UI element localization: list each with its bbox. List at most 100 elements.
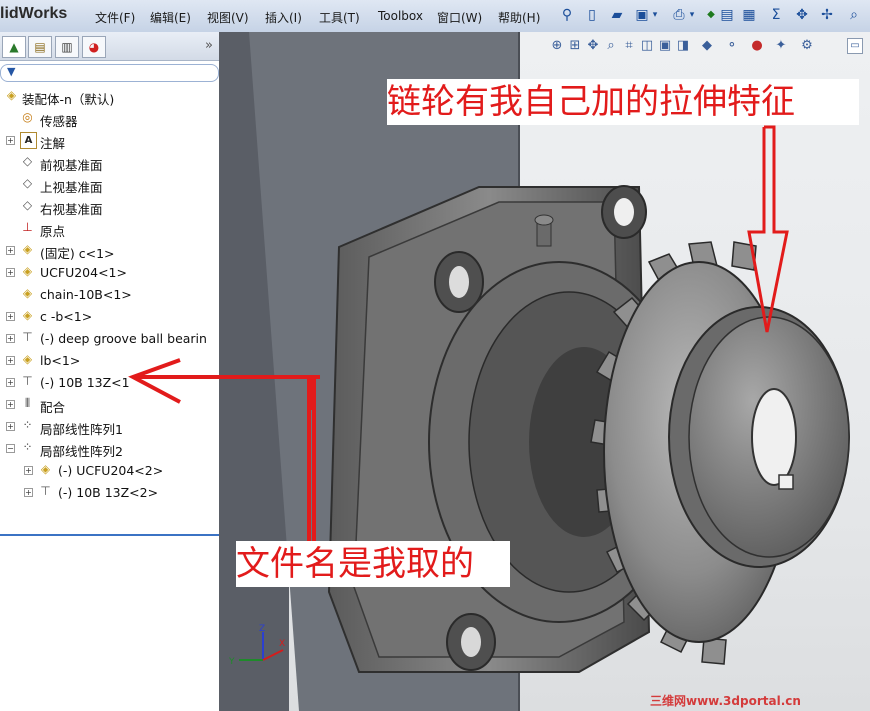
filter-icon: ▼: [7, 65, 16, 78]
pin-icon[interactable]: ⚲: [558, 6, 576, 24]
tree-item-label: 注解: [40, 136, 66, 151]
menu-window[interactable]: 窗口(W): [437, 9, 482, 26]
tree-item-label: 上视基准面: [40, 180, 103, 195]
tab-display-manager[interactable]: ◕: [82, 36, 106, 58]
configuration-icon: ▥: [61, 40, 73, 54]
tree-item-label: c -b<1>: [40, 309, 93, 324]
tree-item-label: 配合: [40, 400, 66, 415]
tab-feature-tree[interactable]: ▲: [2, 36, 26, 58]
menu-toolbox[interactable]: Toolbox: [378, 9, 423, 23]
tree-item-annotations[interactable]: + A 注解: [0, 129, 219, 151]
menu-help[interactable]: 帮助(H): [498, 9, 540, 26]
expand-icon[interactable]: +: [6, 246, 15, 255]
move-component-icon[interactable]: ✥: [793, 6, 811, 24]
expand-icon[interactable]: +: [6, 378, 15, 387]
open-folder-icon[interactable]: ▰: [608, 6, 626, 24]
panel-tabs: ▲ ▤ ▥ ◕ »: [0, 32, 219, 61]
sensor-icon: ◎: [22, 110, 33, 124]
tree-item-component[interactable]: + ◈ UCFU204<1>: [0, 261, 219, 283]
part-icon: ◈: [40, 462, 51, 476]
expand-icon[interactable]: +: [6, 334, 15, 343]
arrow-down: [747, 125, 789, 333]
properties-icon[interactable]: ▦: [740, 6, 758, 24]
annotation-filename-note: 文件名是我取的: [236, 541, 510, 587]
tree-item-component[interactable]: ◈ chain-10B<1>: [0, 283, 219, 305]
annotation-arrow-head: [128, 358, 320, 410]
collapse-icon[interactable]: −: [6, 444, 15, 453]
menu-view[interactable]: 视图(V): [207, 9, 249, 26]
panel-expand-icon[interactable]: »: [205, 38, 213, 53]
part-icon: ◈: [22, 242, 33, 256]
part-icon: ◈: [22, 352, 33, 366]
search-icon[interactable]: ⌕: [845, 6, 863, 24]
expand-icon[interactable]: +: [24, 488, 33, 497]
tree-item-label: 右视基准面: [40, 202, 103, 217]
tree-item-sensors[interactable]: ◎ 传感器: [0, 107, 219, 129]
property-manager-icon: ▤: [34, 40, 46, 54]
chevron-down-icon[interactable]: ▾: [687, 6, 697, 24]
plane-icon: ◇: [22, 176, 33, 190]
tree-item-pattern[interactable]: + ⁘ 局部线性阵列1: [0, 415, 219, 437]
expand-icon[interactable]: +: [6, 268, 15, 277]
triad-z: Z: [259, 624, 265, 634]
part-icon: ◈: [22, 308, 33, 322]
tree-item-label: 装配体-n（默认): [22, 92, 115, 107]
print-icon[interactable]: ⎙: [670, 6, 688, 24]
options-icon[interactable]: ▤: [718, 6, 736, 24]
mates-icon: ⫴: [24, 396, 31, 410]
annotation-extrude-note: 链轮有我自己加的拉伸特征: [387, 79, 859, 125]
arrow-shaft: [307, 375, 311, 545]
pattern-icon: ⁘: [22, 418, 33, 432]
tree-filter-input[interactable]: ▼: [0, 64, 219, 82]
part-icon: ◈: [22, 264, 33, 278]
tree-item-component[interactable]: + ◈ c -b<1>: [0, 305, 219, 327]
tree-item-label: chain-10B<1>: [40, 287, 132, 302]
tree-item-assembly[interactable]: ◈ 装配体-n（默认): [0, 85, 219, 107]
tree-item-origin[interactable]: ⊥ 原点: [0, 217, 219, 239]
assembly-icon: ◈: [6, 88, 17, 102]
expand-icon[interactable]: +: [6, 136, 15, 145]
tab-property-manager[interactable]: ▤: [28, 36, 52, 58]
watermark: 三维网www.3dportal.cn: [650, 694, 801, 708]
save-icon[interactable]: ▣: [633, 6, 651, 24]
expand-icon[interactable]: +: [6, 422, 15, 431]
tree-item-right-plane[interactable]: ◇ 右视基准面: [0, 195, 219, 217]
menu-edit[interactable]: 编辑(E): [150, 9, 191, 26]
display-manager-icon: ◕: [88, 40, 100, 54]
tab-configuration-manager[interactable]: ▥: [55, 36, 79, 58]
tree-item-front-plane[interactable]: ◇ 前视基准面: [0, 151, 219, 173]
menu-bar: lidWorks 文件(F) 编辑(E) 视图(V) 插入(I) 工具(T) T…: [0, 0, 870, 33]
toolbox-part-icon: ⊤: [22, 330, 33, 344]
tree-item-pattern[interactable]: − ⁘ 局部线性阵列2: [0, 437, 219, 459]
feature-tree-icon: ▲: [9, 40, 19, 54]
tree-item-label: (-) deep groove ball bearin: [40, 331, 207, 346]
expand-icon[interactable]: +: [24, 466, 33, 475]
tree-item-component[interactable]: + ⊤ (-) deep groove ball bearin: [0, 327, 219, 349]
expand-icon[interactable]: +: [6, 356, 15, 365]
menu-file[interactable]: 文件(F): [95, 9, 135, 26]
chevron-down-icon[interactable]: ▾: [650, 6, 660, 24]
plane-icon: ◇: [22, 198, 33, 212]
expand-icon[interactable]: +: [6, 400, 15, 409]
menu-insert[interactable]: 插入(I): [265, 9, 302, 26]
tree-item-label: UCFU204<1>: [40, 265, 127, 280]
plane-icon: ◇: [22, 154, 33, 168]
tree-item-label: (-) UCFU204<2>: [58, 463, 164, 478]
expand-icon[interactable]: +: [6, 312, 15, 321]
menu-tools[interactable]: 工具(T): [319, 9, 360, 26]
pan-icon[interactable]: ✢: [818, 6, 836, 24]
tree-item-label: lb<1>: [40, 353, 81, 368]
sum-icon[interactable]: Σ: [767, 6, 785, 24]
new-file-icon[interactable]: ▯: [583, 6, 601, 24]
tree-item-component[interactable]: + ⊤ (-) 10B 13Z<2>: [0, 481, 219, 503]
tree-item-label: 传感器: [40, 114, 78, 129]
tree-item-label: 局部线性阵列2: [40, 444, 123, 459]
triad-y: Y: [228, 657, 235, 667]
panel-divider[interactable]: [0, 534, 219, 536]
tree-item-component[interactable]: + ◈ (固定) c<1>: [0, 239, 219, 261]
tree-item-component[interactable]: + ◈ (-) UCFU204<2>: [0, 459, 219, 481]
tree-item-top-plane[interactable]: ◇ 上视基准面: [0, 173, 219, 195]
tree-item-label: 前视基准面: [40, 158, 103, 173]
tree-item-label: (固定) c<1>: [40, 246, 115, 261]
tree-item-label: (-) 10B 13Z<1: [40, 375, 130, 390]
